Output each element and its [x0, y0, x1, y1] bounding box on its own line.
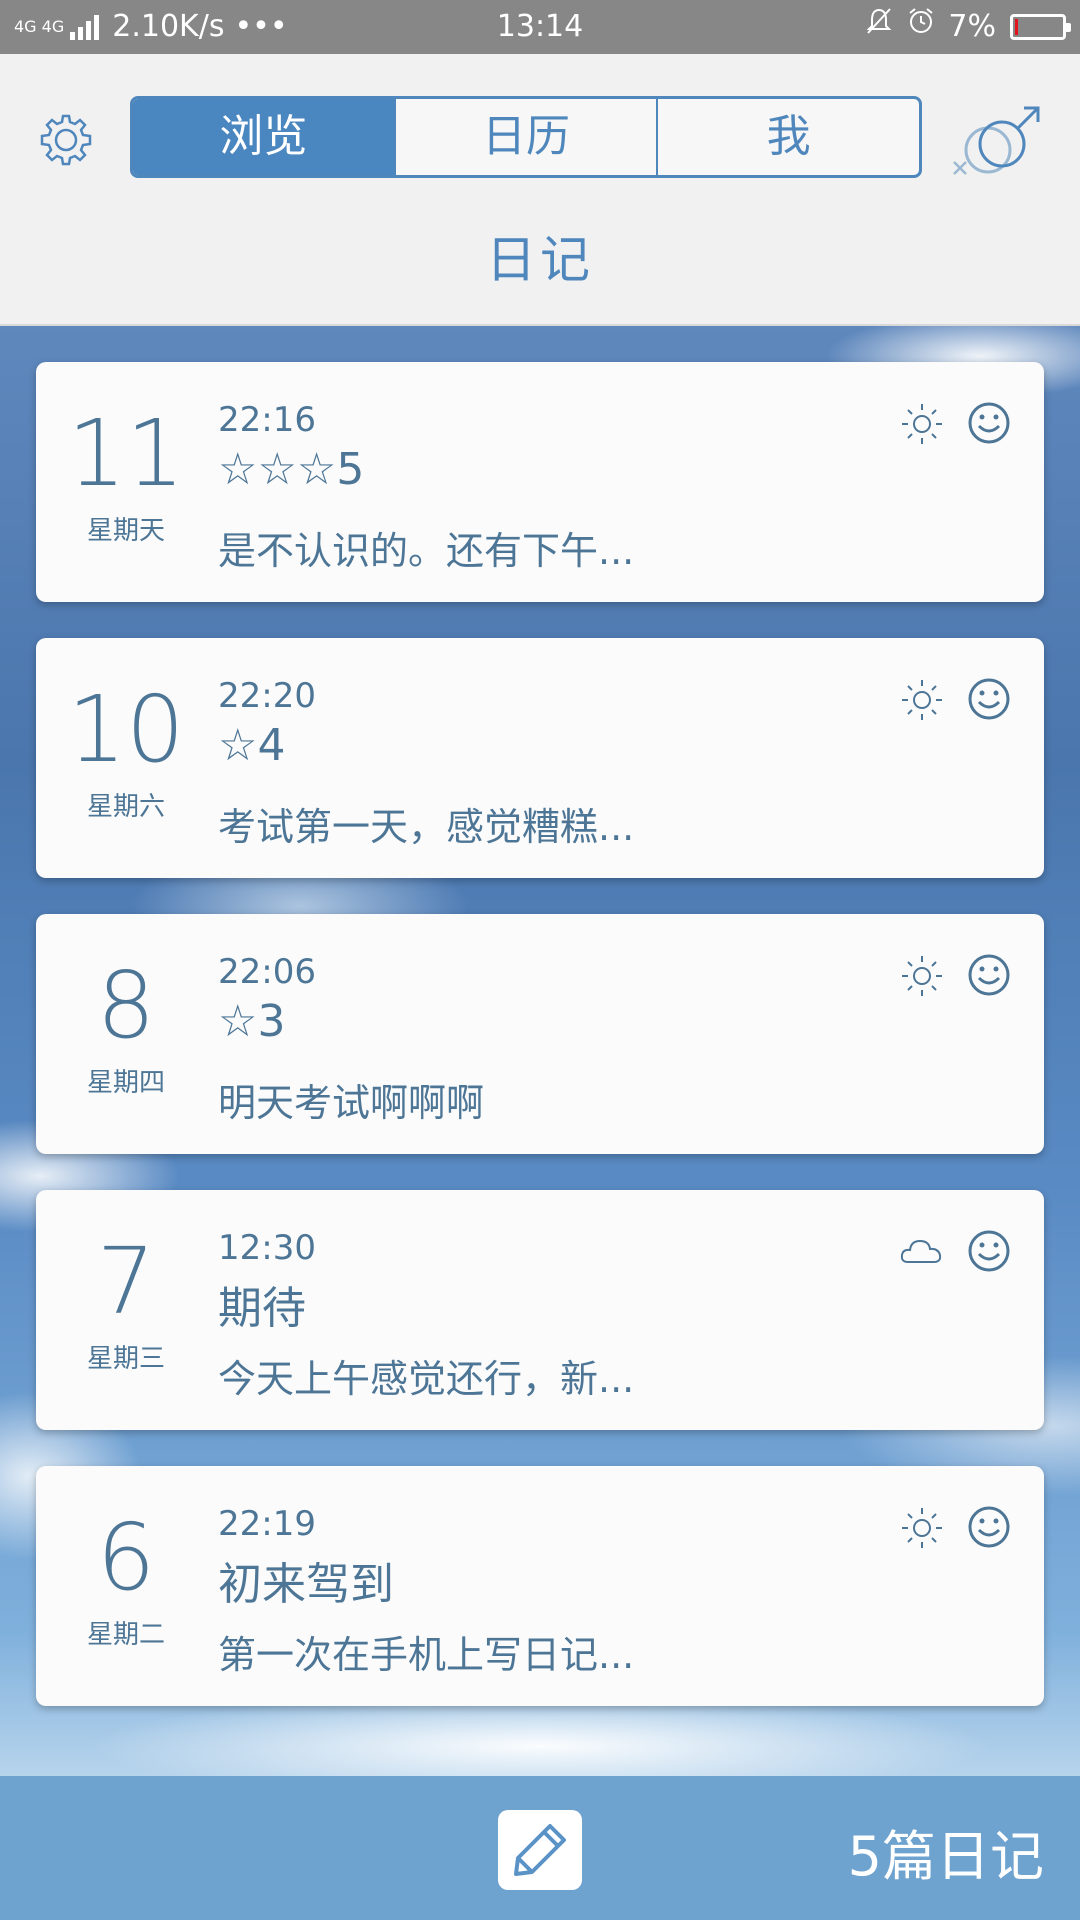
tab-me[interactable]: 我 [658, 99, 919, 175]
bottom-bar: 5篇日记 [0, 1776, 1080, 1920]
sun-icon [898, 400, 946, 448]
sun-icon [898, 676, 946, 724]
battery-level [1015, 19, 1018, 35]
entry-preview: 第一次在手机上写日记... [218, 1633, 635, 1677]
entry-day: 11 [67, 400, 185, 507]
entry-weekday: 星期四 [86, 1068, 165, 1098]
entry-time: 22:19 [218, 1504, 316, 1544]
entry-day: 7 [96, 1228, 156, 1335]
entry-time: 22:20 [218, 676, 316, 716]
entry-time: 12:30 [218, 1228, 316, 1268]
entry-day: 10 [67, 676, 185, 783]
gender-icon[interactable] [950, 102, 1050, 192]
entry-time: 22:16 [218, 400, 316, 440]
tab-browse[interactable]: 浏览 [133, 99, 396, 175]
entry-title: ☆3 [218, 996, 286, 1047]
diary-entry-card[interactable]: 10 星期六 22:20 ☆4 考试第一天，感觉糟糕... [36, 638, 1044, 878]
header: 浏览 日历 我 日记 [0, 54, 1080, 326]
smile-icon [966, 1228, 1012, 1274]
write-diary-button[interactable] [498, 1810, 582, 1890]
entry-title: ☆☆☆5 [218, 444, 365, 495]
entry-time: 22:06 [218, 952, 316, 992]
entry-weekday: 星期三 [86, 1344, 165, 1374]
alarm-icon [906, 0, 936, 54]
cloud-icon [898, 1228, 946, 1276]
entry-preview: 是不认识的。还有下午... [218, 529, 635, 573]
battery-icon [1010, 14, 1071, 40]
entry-weekday: 星期天 [86, 516, 165, 546]
smile-icon [966, 400, 1012, 446]
page-title: 日记 [486, 231, 594, 289]
tab-calendar[interactable]: 日历 [396, 99, 659, 175]
silent-bell-icon [864, 0, 894, 54]
smile-icon [966, 1504, 1012, 1550]
sun-icon [898, 1504, 946, 1552]
gear-icon[interactable] [36, 110, 96, 170]
entry-weekday: 星期六 [86, 792, 165, 822]
entry-preview: 今天上午感觉还行，新... [218, 1357, 635, 1401]
entry-title: 初来驾到 [218, 1559, 394, 1610]
entry-day: 8 [96, 952, 156, 1059]
entry-title: 期待 [218, 1283, 306, 1334]
view-tabs: 浏览 日历 我 [130, 96, 922, 178]
sun-icon [898, 952, 946, 1000]
status-bar: 4G 4G 2.10K/s ••• 13:14 7% [0, 0, 1080, 54]
diary-entry-card[interactable]: 7 星期三 12:30 期待 今天上午感觉还行，新... [36, 1190, 1044, 1430]
entry-title: ☆4 [218, 720, 286, 771]
entry-preview: 考试第一天，感觉糟糕... [218, 805, 635, 849]
diary-entry-card[interactable]: 6 星期二 22:19 初来驾到 第一次在手机上写日记... [36, 1466, 1044, 1706]
diary-count: 5篇日记 [847, 1825, 1044, 1888]
smile-icon [966, 952, 1012, 998]
diary-entry-card[interactable]: 8 星期四 22:06 ☆3 明天考试啊啊啊 [36, 914, 1044, 1154]
entry-preview: 明天考试啊啊啊 [218, 1081, 485, 1125]
entry-weekday: 星期二 [86, 1620, 165, 1650]
pencil-icon [514, 1824, 566, 1876]
entry-day: 6 [96, 1504, 156, 1611]
battery-percent: 7% [948, 9, 996, 44]
diary-entry-card[interactable]: 11 星期天 22:16 ☆☆☆5 是不认识的。还有下午... [36, 362, 1044, 602]
smile-icon [966, 676, 1012, 722]
